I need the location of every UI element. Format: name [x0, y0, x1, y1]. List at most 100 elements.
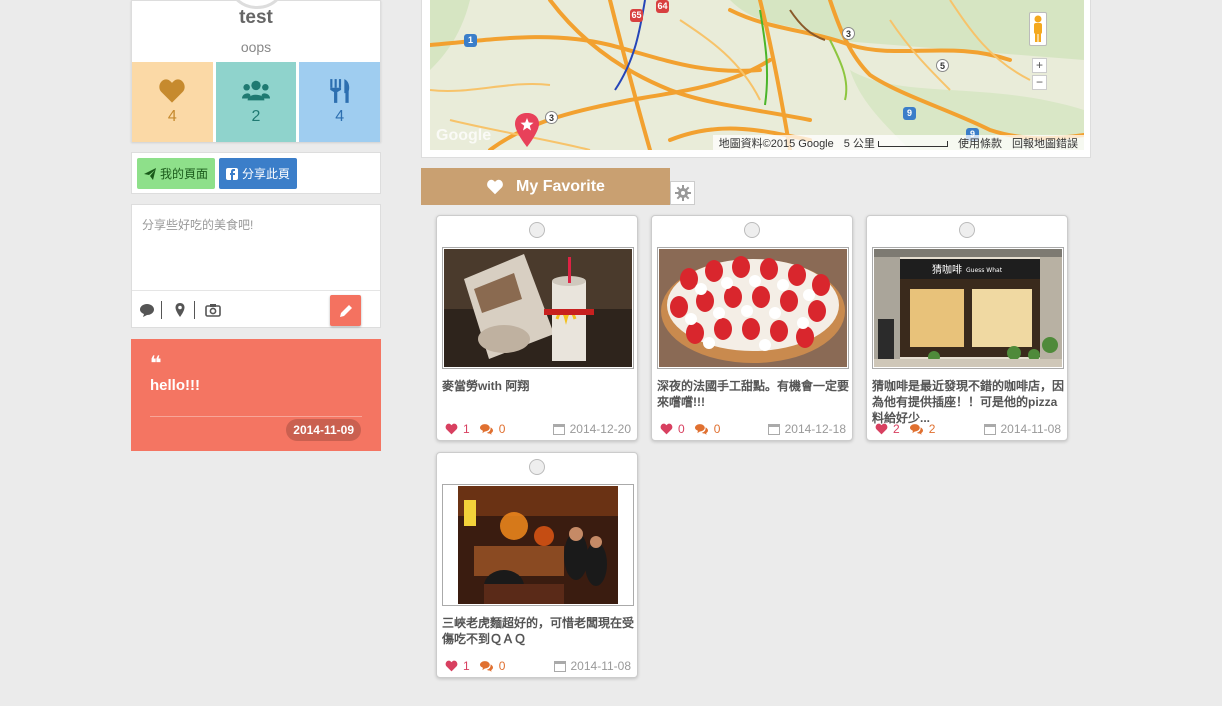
- like-count: 2: [893, 422, 900, 436]
- facebook-icon: [226, 167, 238, 180]
- card-photo[interactable]: [657, 247, 849, 369]
- comments-icon: [694, 424, 708, 435]
- quote-date-badge: 2014-11-09: [286, 419, 361, 441]
- card-date: 2014-11-08: [983, 422, 1061, 436]
- calendar-icon: [767, 424, 780, 435]
- card-photo[interactable]: [442, 484, 634, 606]
- heart-icon: [445, 660, 458, 672]
- zoom-in-button[interactable]: +: [1032, 58, 1047, 73]
- comment-icon[interactable]: [139, 302, 155, 318]
- map[interactable]: 1 65 64 3 5 3 9 9 Google + − 地圖資料©2015 G…: [430, 0, 1084, 150]
- quote-divider: [150, 416, 362, 417]
- post-toolbar: [132, 290, 380, 328]
- mcdonalds-photo: [444, 249, 632, 367]
- comments-icon: [479, 424, 493, 435]
- map-terms-link[interactable]: 使用條款: [958, 135, 1002, 151]
- share-page-button[interactable]: 分享此頁: [219, 158, 298, 189]
- card-select-radio[interactable]: [529, 459, 545, 475]
- cafe-sign-subtitle: Guess What: [966, 267, 1003, 274]
- calendar-icon: [552, 424, 565, 435]
- stat-favorites[interactable]: 4: [132, 62, 216, 142]
- heart-icon: [445, 423, 458, 435]
- profile-name: test: [239, 7, 273, 28]
- share-card: 我的頁面 分享此頁: [131, 152, 381, 194]
- map-marker-icon[interactable]: [513, 112, 541, 150]
- stat-foods[interactable]: 4: [299, 62, 381, 142]
- map-attribution-bar: 地圖資料©2015 Google 5 公里 使用條款 回報地圖錯誤: [712, 135, 1084, 151]
- heart-icon: [487, 179, 503, 194]
- card-title[interactable]: 猜咖啡是最近發現不錯的咖啡店，因為他有提供插座！！可是他的pizza料給好少..…: [872, 378, 1064, 426]
- like-button[interactable]: 0: [660, 422, 685, 436]
- comment-count: 0: [498, 659, 506, 673]
- comment-button[interactable]: 0: [479, 659, 506, 673]
- stat-foods-count: 4: [335, 108, 345, 125]
- toolbar-divider: [194, 301, 195, 319]
- stat-friends[interactable]: 2: [215, 62, 300, 142]
- share-page-label: 分享此頁: [242, 167, 291, 181]
- status-quote-card: ❝ hello!!! 2014-11-09: [131, 339, 381, 451]
- comments-icon: [909, 424, 923, 435]
- my-page-button[interactable]: 我的頁面: [137, 158, 216, 189]
- favorite-card[interactable]: 三峽老虎麵超好的，可惜老闆現在受傷吃不到ＱＡＱ 1 0 2014-11-08: [436, 452, 638, 678]
- card-select-radio[interactable]: [529, 222, 545, 238]
- calendar-icon: [983, 424, 996, 435]
- card-meta: 1 0 2014-11-08: [445, 658, 631, 674]
- card-photo[interactable]: [442, 247, 634, 369]
- calendar-icon: [553, 661, 566, 672]
- card-title[interactable]: 麥當勞with 阿翔: [442, 378, 634, 394]
- heart-icon: [159, 79, 185, 103]
- card-photo[interactable]: 猜咖啡 Guess What: [872, 247, 1064, 369]
- noodle-stall-photo: [444, 486, 632, 604]
- users-icon: [242, 80, 270, 101]
- like-count: 1: [463, 659, 470, 673]
- map-panel: 1 65 64 3 5 3 9 9 Google + − 地圖資料©2015 G…: [421, 0, 1091, 158]
- favorite-settings-button[interactable]: [670, 181, 695, 205]
- location-pin-icon[interactable]: [172, 302, 188, 318]
- comment-button[interactable]: 0: [479, 422, 506, 436]
- route-badge: 3: [842, 27, 855, 40]
- strawberry-tart-photo: [659, 249, 847, 367]
- my-page-label: 我的頁面: [160, 167, 209, 181]
- comments-icon: [479, 661, 493, 672]
- heart-icon: [875, 423, 888, 435]
- post-submit-button[interactable]: [330, 295, 361, 326]
- map-attribution: 地圖資料©2015 Google: [718, 137, 834, 150]
- comment-button[interactable]: 0: [694, 422, 721, 436]
- card-select-radio[interactable]: [744, 222, 760, 238]
- quote-text: hello!!!: [150, 377, 200, 394]
- camera-icon[interactable]: [205, 302, 221, 318]
- route-badge: 64: [656, 0, 669, 13]
- comment-count: 2: [928, 422, 936, 436]
- profile-subtitle: oops: [240, 39, 272, 55]
- heart-icon: [660, 423, 673, 435]
- profile-card: test oops 4 2 4: [131, 0, 381, 142]
- card-date: 2014-12-18: [767, 422, 846, 436]
- comment-count: 0: [498, 422, 506, 436]
- card-title[interactable]: 三峽老虎麵超好的，可惜老闆現在受傷吃不到ＱＡＱ: [442, 615, 634, 647]
- favorite-card[interactable]: 猜咖啡 Guess What 猜咖啡是最近發現不錯的咖啡店，因為他有提供插座！！…: [866, 215, 1068, 441]
- like-count: 1: [463, 422, 470, 436]
- card-select-radio[interactable]: [959, 222, 975, 238]
- google-logo: Google: [436, 127, 492, 144]
- street-view-pegman-icon[interactable]: [1029, 12, 1047, 46]
- card-title[interactable]: 深夜的法國手工甜點。有機會一定要來嚐嚐!!!: [657, 378, 849, 410]
- like-button[interactable]: 2: [875, 422, 900, 436]
- favorite-tab[interactable]: My Favorite: [421, 168, 670, 205]
- post-composer: 分享些好吃的美食吧!: [131, 204, 381, 328]
- cafe-sign: 猜咖啡: [932, 263, 962, 276]
- stat-friends-count: 2: [251, 108, 261, 125]
- zoom-out-button[interactable]: −: [1032, 75, 1047, 90]
- like-button[interactable]: 1: [445, 659, 470, 673]
- favorite-card[interactable]: 麥當勞with 阿翔 1 0 2014-12-20: [436, 215, 638, 441]
- comment-count: 0: [713, 422, 721, 436]
- like-button[interactable]: 1: [445, 422, 470, 436]
- comment-button[interactable]: 2: [909, 422, 936, 436]
- card-meta: 1 0 2014-12-20: [445, 421, 631, 437]
- route-badge: 65: [630, 9, 643, 22]
- map-scale: 5 公里: [844, 135, 948, 151]
- post-input[interactable]: 分享些好吃的美食吧!: [142, 216, 253, 233]
- favorite-card[interactable]: 深夜的法國手工甜點。有機會一定要來嚐嚐!!! 0 0 2014-12-18: [651, 215, 853, 441]
- card-meta: 0 0 2014-12-18: [660, 421, 846, 437]
- map-report-link[interactable]: 回報地圖錯誤: [1012, 135, 1078, 151]
- stat-favorites-count: 4: [167, 108, 177, 125]
